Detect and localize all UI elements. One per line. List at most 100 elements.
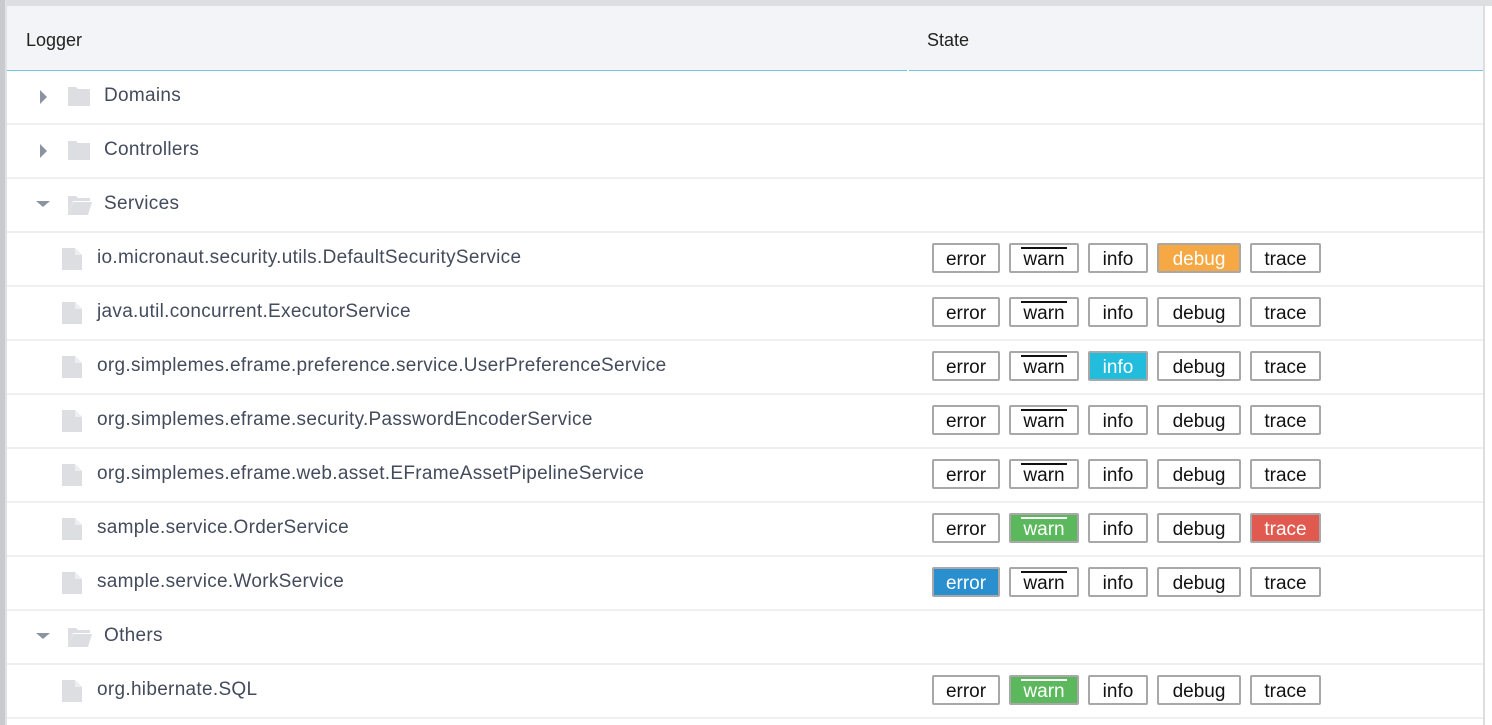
level-button-error[interactable]: error: [932, 405, 1000, 435]
level-button-error[interactable]: error: [932, 567, 1000, 597]
level-label: debug: [1172, 411, 1226, 432]
tree-leaf-row[interactable]: sample.service.OrderService error warn info…: [7, 503, 1483, 557]
folder-open-icon: [67, 193, 93, 217]
level-label: error: [945, 681, 987, 702]
triangle-right-icon[interactable]: [37, 143, 49, 159]
level-button-warn[interactable]: warn: [1009, 675, 1079, 705]
level-button-trace[interactable]: trace: [1250, 567, 1321, 597]
table-body: Domains Controllers Services io.micronaut.s…: [7, 71, 1483, 719]
level-button-debug[interactable]: debug: [1157, 351, 1241, 381]
tree-group-label[interactable]: Services: [104, 193, 179, 215]
file-icon: [61, 301, 83, 325]
tree-group-label[interactable]: Domains: [104, 85, 181, 107]
level-button-trace[interactable]: trace: [1250, 405, 1321, 435]
level-label: trace: [1264, 357, 1307, 378]
level-label: debug: [1172, 681, 1226, 702]
tree-leaf-row[interactable]: org.hibernate.SQL error warn info debug trace: [7, 665, 1483, 719]
logger-name: sample.service.WorkService: [97, 571, 345, 592]
level-button-warn[interactable]: warn: [1009, 243, 1079, 273]
level-button-info[interactable]: info: [1088, 675, 1148, 705]
level-label: info: [1102, 465, 1134, 486]
tree-leaf-row[interactable]: org.simplemes.eframe.preference.service.…: [7, 341, 1483, 395]
tree-group-row[interactable]: Domains: [7, 71, 1483, 125]
triangle-down-icon[interactable]: [35, 629, 50, 645]
level-button-debug[interactable]: debug: [1157, 675, 1241, 705]
level-button-info[interactable]: info: [1088, 351, 1148, 381]
level-button-trace[interactable]: trace: [1250, 351, 1321, 381]
warn-overline: [1021, 409, 1067, 411]
level-button-info[interactable]: info: [1088, 405, 1148, 435]
level-button-warn[interactable]: warn: [1009, 513, 1079, 543]
level-button-error[interactable]: error: [932, 243, 1000, 273]
level-button-trace[interactable]: trace: [1250, 675, 1321, 705]
level-button-debug[interactable]: debug: [1157, 513, 1241, 543]
triangle-right-icon[interactable]: [37, 89, 49, 105]
tree-group-row[interactable]: Controllers: [7, 125, 1483, 179]
tree-group-row[interactable]: Services: [7, 179, 1483, 233]
level-label: trace: [1264, 411, 1307, 432]
column-header-logger[interactable]: Logger: [26, 30, 82, 51]
level-button-debug[interactable]: debug: [1157, 297, 1241, 327]
level-button-info[interactable]: info: [1088, 459, 1148, 489]
warn-overline: [1021, 247, 1067, 249]
level-button-error[interactable]: error: [932, 351, 1000, 381]
logger-name: org.hibernate.SQL: [97, 679, 258, 700]
level-button-info[interactable]: info: [1088, 513, 1148, 543]
file-icon: [61, 355, 83, 379]
level-button-info[interactable]: info: [1088, 243, 1148, 273]
level-label: info: [1102, 249, 1134, 270]
level-button-warn[interactable]: warn: [1009, 351, 1079, 381]
level-button-info[interactable]: info: [1088, 567, 1148, 597]
tree-group-row[interactable]: Others: [7, 611, 1483, 665]
level-label: trace: [1264, 519, 1307, 540]
level-label: info: [1102, 519, 1134, 540]
tree-leaf-row[interactable]: java.util.concurrent.ExecutorService erro…: [7, 287, 1483, 341]
tree-group-label[interactable]: Controllers: [104, 139, 199, 161]
level-button-error[interactable]: error: [932, 459, 1000, 489]
level-button-error[interactable]: error: [932, 513, 1000, 543]
level-label: info: [1102, 303, 1134, 324]
level-button-debug[interactable]: debug: [1157, 405, 1241, 435]
tree-group-label[interactable]: Others: [104, 625, 163, 647]
level-button-debug[interactable]: debug: [1157, 567, 1241, 597]
level-label: info: [1102, 681, 1134, 702]
level-button-trace[interactable]: trace: [1250, 513, 1321, 543]
level-label: warn: [1023, 573, 1065, 594]
file-icon: [61, 463, 83, 487]
warn-overline: [1021, 301, 1067, 303]
tree-leaf-row[interactable]: org.simplemes.eframe.web.asset.EFrameAss…: [7, 449, 1483, 503]
level-button-error[interactable]: error: [932, 297, 1000, 327]
level-label: trace: [1264, 465, 1307, 486]
level-label: debug: [1172, 303, 1226, 324]
level-label: info: [1102, 573, 1134, 594]
warn-overline: [1021, 517, 1067, 519]
tree-leaf-row[interactable]: sample.service.WorkService error warn info d…: [7, 557, 1483, 611]
tree-leaf-row[interactable]: io.micronaut.security.utils.DefaultSecur…: [7, 233, 1483, 287]
level-button-info[interactable]: info: [1088, 297, 1148, 327]
logger-name: org.simplemes.eframe.security.PasswordEn…: [97, 409, 593, 430]
level-button-error[interactable]: error: [932, 675, 1000, 705]
logger-name: java.util.concurrent.ExecutorService: [97, 301, 411, 322]
level-label: warn: [1023, 249, 1065, 270]
tree-leaf-row[interactable]: org.simplemes.eframe.security.PasswordEn…: [7, 395, 1483, 449]
level-label: error: [945, 357, 987, 378]
level-label: debug: [1172, 357, 1226, 378]
level-button-warn[interactable]: warn: [1009, 405, 1079, 435]
warn-overline: [1021, 679, 1067, 681]
level-label: trace: [1264, 303, 1307, 324]
triangle-down-icon[interactable]: [35, 197, 50, 213]
level-button-trace[interactable]: trace: [1250, 459, 1321, 489]
level-button-warn[interactable]: warn: [1009, 567, 1079, 597]
level-button-debug[interactable]: debug: [1157, 459, 1241, 489]
level-button-trace[interactable]: trace: [1250, 297, 1321, 327]
level-button-debug[interactable]: debug: [1157, 243, 1241, 273]
level-button-warn[interactable]: warn: [1009, 459, 1079, 489]
level-label: debug: [1172, 249, 1226, 270]
file-icon: [61, 409, 83, 433]
level-button-trace[interactable]: trace: [1250, 243, 1321, 273]
level-label: warn: [1023, 357, 1065, 378]
column-header-state[interactable]: State: [927, 30, 969, 51]
level-label: warn: [1023, 681, 1065, 702]
level-button-warn[interactable]: warn: [1009, 297, 1079, 327]
level-label: trace: [1264, 573, 1307, 594]
